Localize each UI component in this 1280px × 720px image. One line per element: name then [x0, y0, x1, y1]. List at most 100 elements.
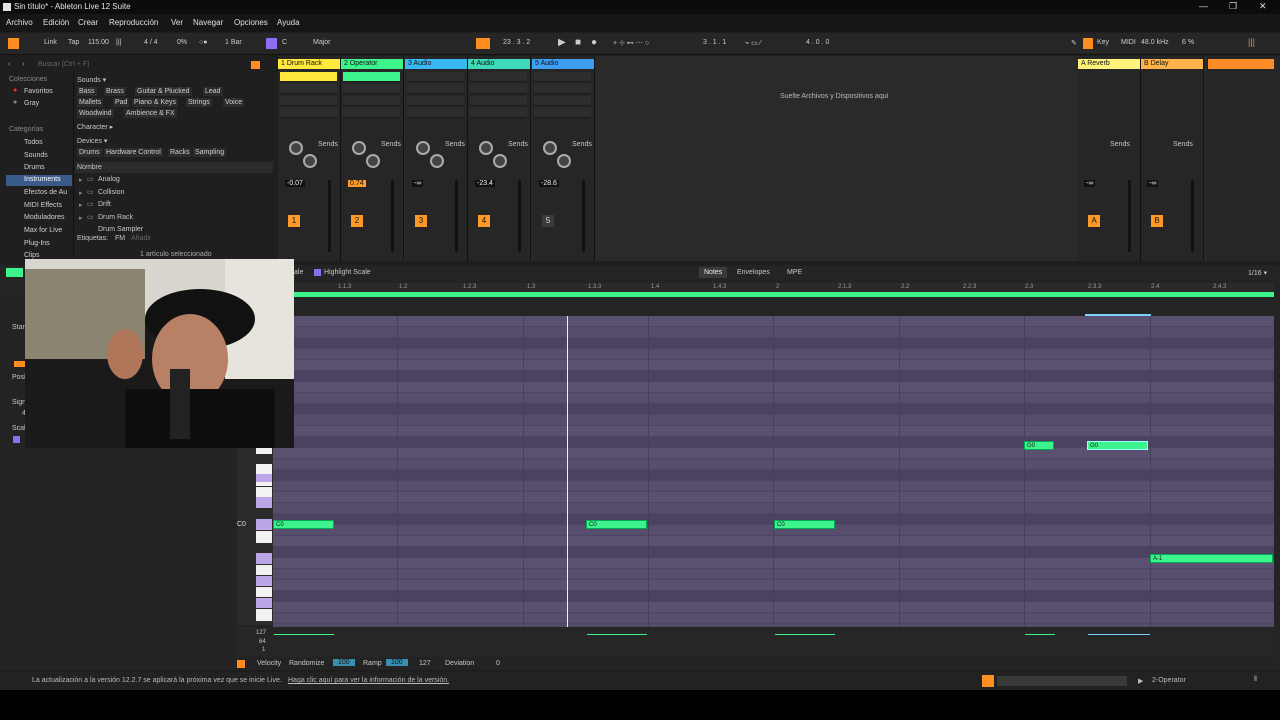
tag-racks[interactable]: Racks — [168, 148, 192, 157]
track-header[interactable]: 1 Drum Rack — [278, 59, 340, 69]
clip-slot[interactable] — [470, 84, 527, 94]
browser-item-drum-sampler[interactable]: Drum Sampler — [98, 226, 143, 233]
restore-icon[interactable]: ❐ — [1229, 1, 1237, 12]
clip-slot[interactable] — [407, 96, 464, 106]
tag-woodwind[interactable]: Woodwind — [77, 109, 114, 118]
send-a-knob[interactable] — [479, 141, 493, 155]
piano-white-key[interactable] — [256, 587, 272, 597]
midi-note[interactable]: A-1 — [1150, 554, 1273, 563]
send-b-knob[interactable] — [493, 154, 507, 168]
clip-slot[interactable] — [343, 108, 400, 118]
menu-archivo[interactable]: Archivo — [6, 18, 33, 27]
clip-slot[interactable] — [534, 72, 591, 82]
send-b-knob[interactable] — [366, 154, 380, 168]
view-toggle-icon[interactable]: ||| — [1248, 37, 1255, 47]
track-activator[interactable]: 4 — [478, 215, 490, 227]
track-header[interactable]: 5 Audio — [532, 59, 594, 69]
track-activator[interactable]: 2 — [351, 215, 363, 227]
deviation-field[interactable]: 0 — [496, 660, 500, 667]
highlight-scale-checkbox[interactable] — [314, 269, 321, 276]
expand-icon[interactable]: ▸ — [79, 176, 83, 184]
category-todos[interactable]: Todos — [24, 139, 43, 146]
velocity-toggle-icon[interactable] — [237, 660, 245, 668]
drop-zone-text[interactable]: Suelte Archivos y Dispositivos aquí — [780, 93, 889, 100]
browser-item-drum-rack[interactable]: Drum Rack — [98, 214, 133, 221]
song-position[interactable]: 23 . 3 . 2 — [503, 39, 530, 46]
loop-length[interactable]: 4 . 0 . 0 — [806, 39, 829, 46]
tag-ambience[interactable]: Ambience & FX — [124, 109, 177, 118]
clip-slot[interactable] — [280, 84, 337, 94]
key-map-icon[interactable] — [1083, 38, 1093, 49]
filter-icon[interactable] — [251, 61, 260, 69]
clip-slot[interactable] — [470, 96, 527, 106]
category-sounds[interactable]: Sounds — [24, 152, 48, 159]
menu-crear[interactable]: Crear — [78, 18, 98, 27]
loop-brace[interactable] — [294, 292, 1274, 297]
tag-bass[interactable]: Bass — [77, 87, 97, 96]
collection-favoritos[interactable]: Favoritos — [24, 88, 53, 95]
category-max-for-live[interactable]: Max for Live — [24, 227, 62, 234]
track-activator[interactable]: 5 — [542, 215, 554, 227]
clip-slot[interactable] — [280, 108, 337, 118]
tap-button[interactable]: Tap — [68, 39, 79, 46]
volume-field[interactable]: 0.74 — [348, 180, 366, 187]
tag-drums[interactable]: Drums — [77, 148, 102, 157]
devices-filter-label[interactable]: Devices ▾ — [77, 137, 107, 145]
clip-slot[interactable] — [280, 72, 337, 82]
clip-slot[interactable] — [470, 108, 527, 118]
send-a-knob[interactable] — [352, 141, 366, 155]
send-b-knob[interactable] — [557, 154, 571, 168]
volume-field[interactable]: -23.4 — [475, 180, 495, 187]
clip-slot[interactable] — [343, 96, 400, 106]
overview-scroller[interactable] — [997, 676, 1127, 686]
return-header[interactable]: B Delay — [1141, 59, 1203, 69]
send-a-knob[interactable] — [289, 141, 303, 155]
key-select[interactable]: C — [282, 39, 287, 46]
tag-guitar[interactable]: Guitar & Plucked — [135, 87, 192, 96]
volume-field[interactable]: -28.6 — [539, 180, 559, 187]
browser-item-collision[interactable]: Collision — [98, 189, 124, 196]
metronome-icon[interactable]: ○● — [199, 39, 207, 46]
clip-title-chip[interactable] — [6, 268, 23, 277]
velocity-lane[interactable] — [237, 627, 1274, 657]
main-header[interactable] — [1208, 59, 1274, 69]
menu-ver[interactable]: Ver — [171, 18, 183, 27]
clip-slot[interactable] — [407, 108, 464, 118]
menu-navegar[interactable]: Navegar — [193, 18, 223, 27]
velocity-bar[interactable] — [775, 634, 835, 635]
track-activator[interactable]: B — [1151, 215, 1163, 227]
ramp-end-field[interactable]: 127 — [419, 660, 431, 667]
tab-notes[interactable]: Notes — [704, 269, 722, 276]
loop-icon[interactable]: ⌁ ▭ ⁄ — [745, 39, 761, 47]
browser-toggle-icon[interactable] — [8, 38, 19, 49]
volume-field[interactable]: -∞ — [412, 180, 424, 187]
tag-mallets[interactable]: Mallets — [77, 98, 104, 107]
volume-field[interactable]: -0.07 — [285, 180, 305, 187]
expand-icon[interactable]: ▸ — [79, 189, 83, 197]
tempo-field[interactable]: 115.00 — [88, 39, 109, 46]
collection-gray[interactable]: Gray — [24, 100, 39, 107]
tag-pad[interactable]: Pad — [113, 98, 130, 107]
piano-black-key[interactable] — [256, 576, 272, 586]
time-signature[interactable]: 4 / 4 — [144, 39, 158, 46]
midi-note[interactable]: C0 — [586, 520, 647, 529]
draw-mode-icon[interactable]: ✎ — [1071, 39, 1077, 47]
grid-setting[interactable]: 1/16 ▾ — [1248, 269, 1267, 277]
character-filter-label[interactable]: Character ▸ — [77, 123, 113, 131]
randomize-field[interactable]: 100 — [333, 659, 355, 666]
clip-slot[interactable] — [534, 96, 591, 106]
menu-ayuda[interactable]: Ayuda — [277, 18, 300, 27]
release-notes-link[interactable]: Haga clic aquí para ver la información d… — [288, 677, 449, 684]
forward-icon[interactable]: › — [22, 61, 24, 68]
clip-scale-toggle[interactable] — [13, 436, 20, 443]
nudge-icon[interactable]: ||| — [116, 39, 121, 46]
link-button[interactable]: Link — [44, 39, 57, 46]
midi-note[interactable]: C0 — [774, 520, 835, 529]
overdub-icon[interactable]: + ⊹ ⊷ ⋯ ○ — [613, 39, 649, 47]
piano-black-key[interactable] — [256, 598, 272, 608]
category-plugins[interactable]: Plug-Ins — [24, 240, 50, 247]
category-clips[interactable]: Clips — [24, 252, 40, 259]
add-tag-button[interactable]: Añadir — [131, 235, 151, 242]
clip-slot[interactable] — [407, 72, 464, 82]
track-activator[interactable]: 1 — [288, 215, 300, 227]
